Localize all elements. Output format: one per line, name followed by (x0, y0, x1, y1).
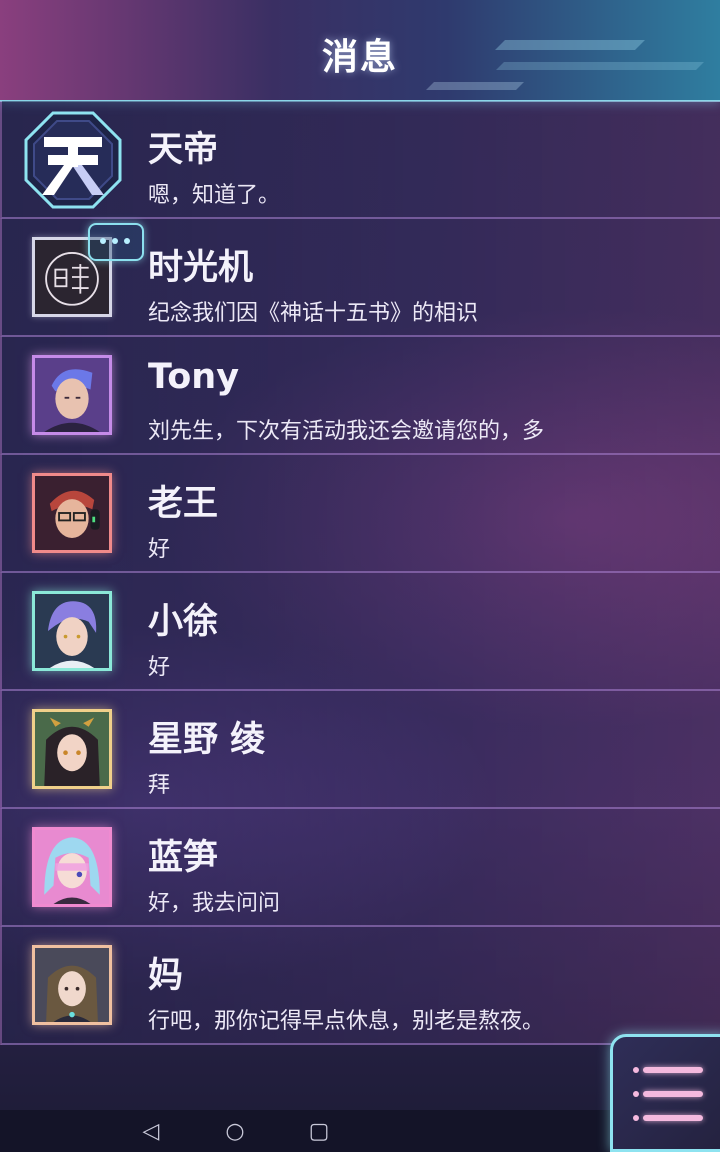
conversation-list: 天帝 嗯，知道了。 时光机 纪念我们因《神话十五书》的相识 Tony 刘先生，下… (0, 101, 720, 1045)
conversation-item-tony[interactable]: Tony 刘先生，下次有活动我还会邀请您的，多 (0, 337, 720, 455)
contact-name: 天帝 (148, 130, 219, 170)
last-message: 好 (148, 655, 171, 680)
conversation-item-mom[interactable]: 妈 行吧，那你记得早点休息，别老是熬夜。 (0, 927, 720, 1045)
last-message: 纪念我们因《神话十五书》的相识 (148, 301, 479, 326)
conversation-item-tiandi[interactable]: 天帝 嗯，知道了。 (0, 101, 720, 219)
avatar (32, 709, 112, 789)
conversation-item-xiaoxu[interactable]: 小徐 好 (0, 573, 720, 691)
speech-bubble-icon (88, 223, 144, 261)
contact-name: 时光机 (148, 248, 254, 288)
recent-apps-icon[interactable]: ▢ (305, 1118, 333, 1146)
avatar (32, 945, 112, 1025)
contact-name: 小徐 (148, 602, 219, 642)
contact-name: 妈 (148, 956, 184, 996)
header-bar: 消息 (0, 0, 720, 102)
conversation-item-laowang[interactable]: 老王 好 (0, 455, 720, 573)
last-message: 好，我去问问 (148, 891, 281, 916)
last-message: 刘先生，下次有活动我还会邀请您的，多 (148, 419, 545, 444)
avatar (32, 473, 112, 553)
last-message: 嗯，知道了。 (148, 183, 281, 208)
menu-button[interactable] (610, 1034, 720, 1152)
back-icon[interactable]: ◁ (137, 1118, 165, 1146)
last-message: 拜 (148, 773, 171, 798)
contact-name: Tony (148, 357, 240, 397)
avatar (32, 591, 112, 671)
conversation-item-hoshino-aya[interactable]: 星野 绫 拜 (0, 691, 720, 809)
conversation-item-shiguangji[interactable]: 时光机 纪念我们因《神话十五书》的相识 (0, 219, 720, 337)
contact-name: 蓝笋 (148, 838, 219, 878)
last-message: 好 (148, 537, 171, 562)
header-decoration (426, 82, 524, 90)
avatar (24, 111, 122, 209)
contact-name: 老王 (148, 484, 219, 524)
contact-name: 星野 绫 (148, 720, 266, 760)
last-message: 行吧，那你记得早点休息，别老是熬夜。 (148, 1009, 545, 1034)
avatar (32, 355, 112, 435)
avatar (32, 827, 112, 907)
page-title: 消息 (321, 37, 398, 78)
conversation-item-lansun[interactable]: 蓝笋 好，我去问问 (0, 809, 720, 927)
home-icon[interactable]: ○ (221, 1118, 249, 1146)
